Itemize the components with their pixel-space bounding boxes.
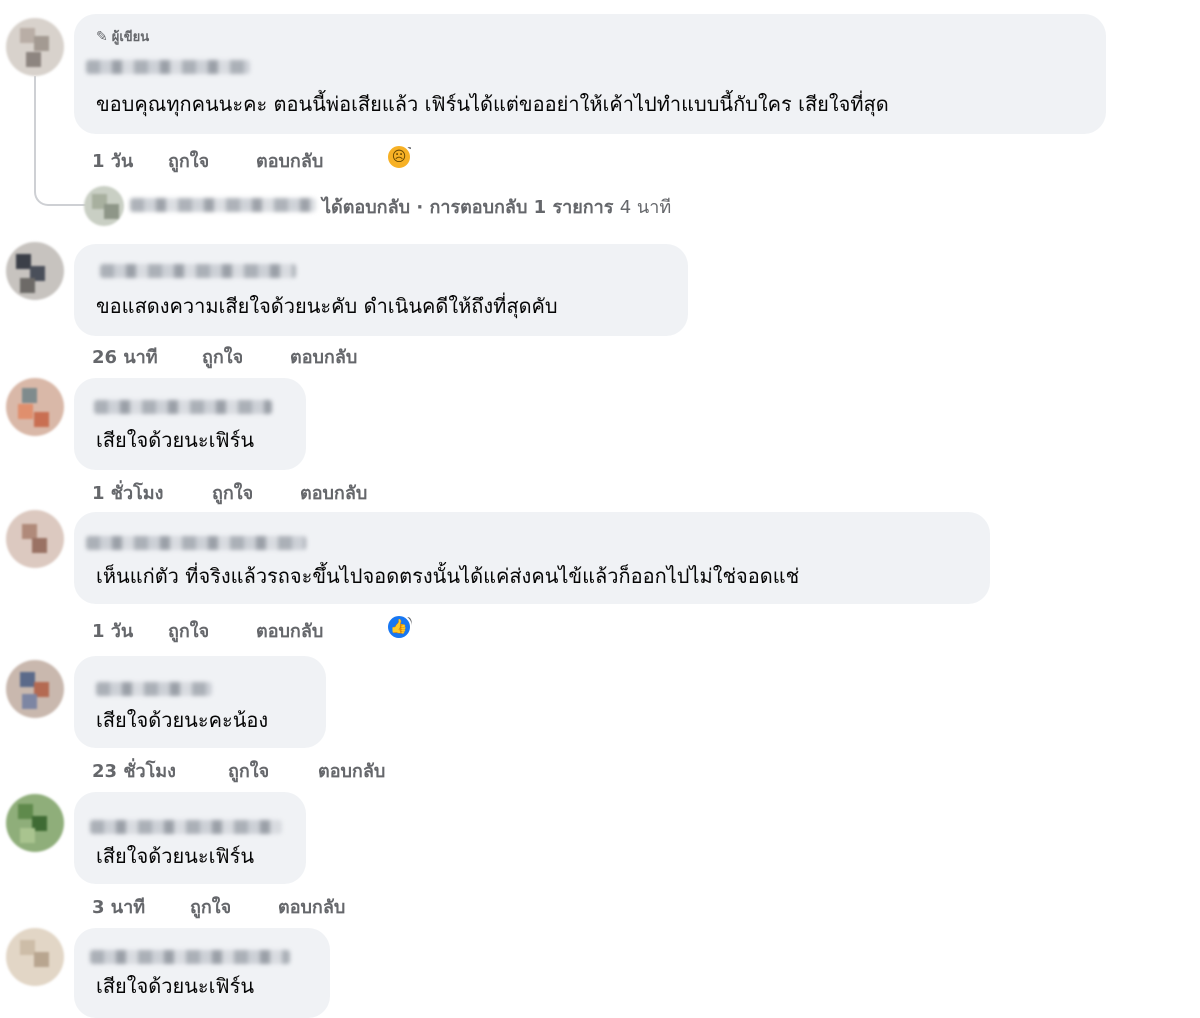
comment-bubble: ขอแสดงความเสียใจด้วยนะคับ ดำเนินคดีให้ถึ…	[74, 244, 688, 336]
reply-link[interactable]: ตอบกลับ	[300, 478, 367, 507]
reply-link[interactable]: ตอบกลับ	[290, 342, 357, 371]
comment-text: เสียใจด้วยนะเฟิร์น	[96, 844, 255, 868]
author-name[interactable]	[90, 820, 282, 834]
comment-text: เห็นแก่ตัว ที่จริงแล้วรถจะขึ้นไปจอดตรงนั…	[96, 564, 800, 588]
sad-icon: ☹	[386, 144, 412, 170]
reaction-summary[interactable]: 10 👍	[386, 614, 419, 640]
like-link[interactable]: ถูกใจ	[190, 892, 231, 921]
comment-bubble: เสียใจด้วยนะเฟิร์น	[74, 792, 306, 884]
author-name[interactable]	[90, 950, 290, 964]
like-link[interactable]: ถูกใจ	[202, 342, 243, 371]
separator: ·	[416, 197, 424, 218]
author-name[interactable]	[96, 682, 212, 696]
comment-time[interactable]: 1 ชั่วโมง	[92, 478, 163, 507]
like-link[interactable]: ถูกใจ	[212, 478, 253, 507]
reaction-summary[interactable]: 76 ♥ 👍 ☹	[386, 144, 419, 170]
reply-link[interactable]: ตอบกลับ	[256, 146, 323, 175]
reply-time: 4 นาที	[619, 197, 672, 218]
author-name[interactable]	[86, 60, 250, 74]
comment-bubble: เสียใจด้วยนะเฟิร์น	[74, 378, 306, 470]
comment-bubble: เสียใจด้วยนะเฟิร์น	[74, 928, 330, 1018]
avatar	[84, 186, 124, 226]
like-link[interactable]: ถูกใจ	[228, 756, 269, 785]
like-link[interactable]: ถูกใจ	[168, 146, 209, 175]
comment-text: เสียใจด้วยนะคะน้อง	[96, 708, 269, 732]
author-badge: ✎ ผู้เขียน	[96, 28, 150, 46]
reply-link[interactable]: ตอบกลับ	[278, 892, 345, 921]
comment-bubble: เสียใจด้วยนะคะน้อง	[74, 656, 326, 748]
like-link[interactable]: ถูกใจ	[168, 616, 209, 645]
avatar[interactable]	[6, 928, 64, 986]
comment-time[interactable]: 3 นาที	[92, 892, 145, 921]
avatar[interactable]	[6, 660, 64, 718]
reply-link[interactable]: ตอบกลับ	[256, 616, 323, 645]
comment-text: เสียใจด้วยนะเฟิร์น	[96, 428, 255, 452]
megaphone-icon: ✎	[96, 28, 108, 45]
reply-count[interactable]: การตอบกลับ 1 รายการ	[429, 197, 613, 218]
comment-time[interactable]: 1 วัน	[92, 146, 133, 175]
comment-time[interactable]: 1 วัน	[92, 616, 133, 645]
comment-time[interactable]: 23 ชั่วโมง	[92, 756, 176, 785]
author-name[interactable]	[86, 536, 306, 550]
comment-time[interactable]: 26 นาที	[92, 342, 158, 371]
comment-bubble: ✎ ผู้เขียน ขอบคุณทุกคนนะคะ ตอนนี้พ่อเสีย…	[74, 14, 1106, 134]
avatar[interactable]	[6, 378, 64, 436]
avatar[interactable]	[6, 18, 64, 76]
author-name[interactable]	[100, 264, 296, 278]
avatar[interactable]	[6, 794, 64, 852]
reply-action-text: ได้ตอบกลับ	[322, 197, 411, 218]
author-name[interactable]	[94, 400, 272, 414]
comment-text: ขอแสดงความเสียใจด้วยนะคับ ดำเนินคดีให้ถึ…	[96, 294, 558, 318]
comment-bubble: เห็นแก่ตัว ที่จริงแล้วรถจะขึ้นไปจอดตรงนั…	[74, 512, 990, 604]
reply-link[interactable]: ตอบกลับ	[318, 756, 385, 785]
like-icon: 👍	[386, 614, 412, 640]
avatar[interactable]	[6, 242, 64, 300]
comment-text: ขอบคุณทุกคนนะคะ ตอนนี้พ่อเสียแล้ว เฟิร์น…	[96, 92, 889, 116]
replier-name[interactable]	[130, 198, 316, 212]
avatar[interactable]	[6, 510, 64, 568]
comment-text: เสียใจด้วยนะเฟิร์น	[96, 974, 255, 998]
